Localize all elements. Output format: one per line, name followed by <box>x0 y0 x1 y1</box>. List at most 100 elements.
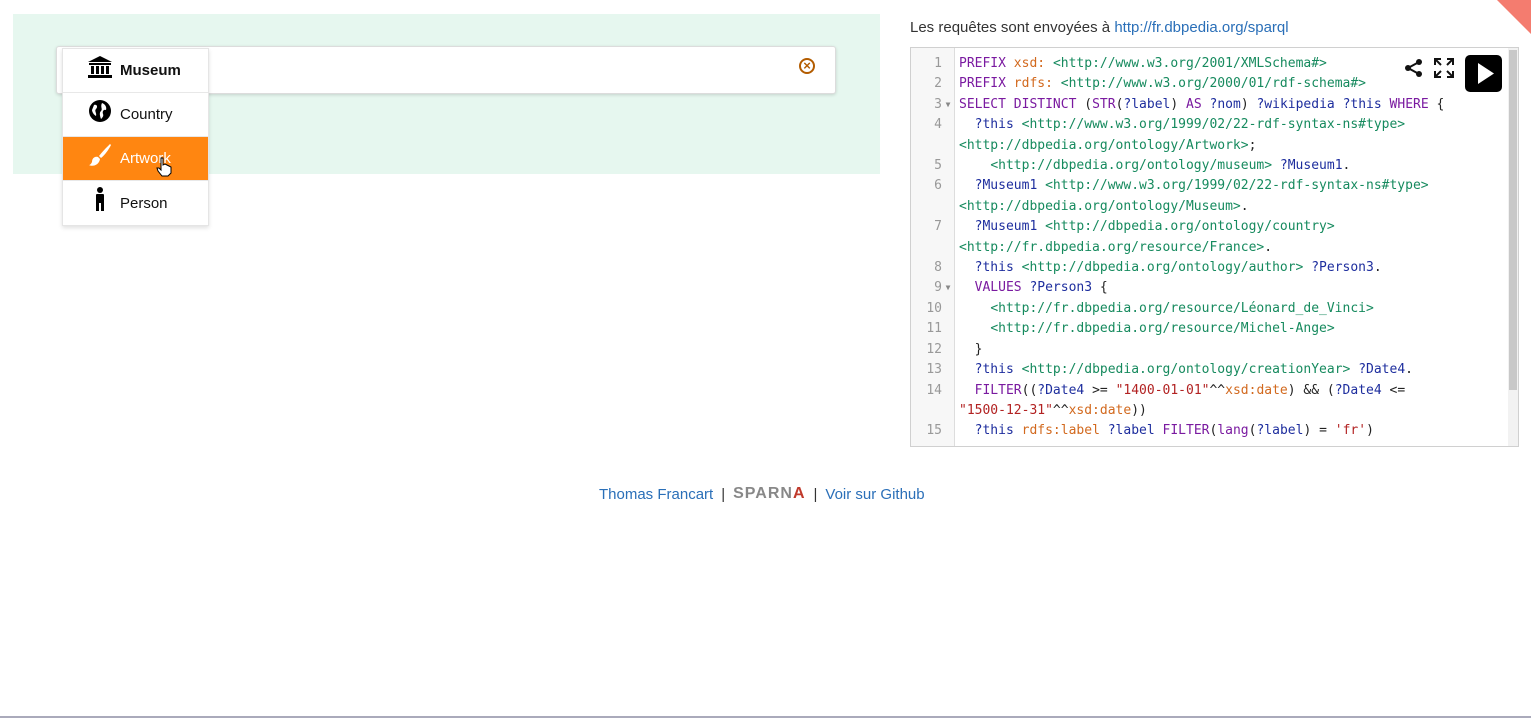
code-text[interactable]: <http://dbpedia.org/ontology/museum> ?Mu… <box>954 156 1350 176</box>
code-text[interactable]: <http://fr.dbpedia.org/resource/Michel-A… <box>954 319 1334 339</box>
code-line[interactable]: 5 <http://dbpedia.org/ontology/museum> ?… <box>911 156 1511 176</box>
menu-item-person[interactable]: Person <box>63 181 208 225</box>
code-line[interactable]: <http://fr.dbpedia.org/resource/France>. <box>911 238 1511 258</box>
code-line[interactable]: 6 ?Museum1 <http://www.w3.org/1999/02/22… <box>911 176 1511 196</box>
line-number: 15 <box>926 423 942 439</box>
code-line[interactable]: 3 ▼ SELECT DISTINCT (STR(?label) AS ?nom) … <box>911 95 1511 115</box>
line-number: 1 <box>934 56 942 71</box>
footer: Thomas Francart | SPARNA | Voir sur Gith… <box>599 485 925 503</box>
editor-scrollbar[interactable] <box>1508 48 1518 446</box>
code-line[interactable]: 9 ▼ VALUES ?Person3 { <box>911 278 1511 298</box>
fullscreen-icon[interactable] <box>1433 57 1455 79</box>
code-line[interactable]: 14 FILTER((?Date4 >= "1400-01-01"^^xsd:d… <box>911 381 1511 401</box>
hand-cursor-icon <box>156 157 172 177</box>
code-line[interactable]: "1500-12-31"^^xsd:date)) <box>911 401 1511 421</box>
globe-icon <box>88 99 112 123</box>
code-line[interactable]: 7 ?Museum1 <http://dbpedia.org/ontology/… <box>911 217 1511 237</box>
scroll-thumb[interactable] <box>1509 50 1517 390</box>
code-text[interactable]: <http://dbpedia.org/ontology/Museum>. <box>954 197 1249 217</box>
line-number: 3 <box>934 96 942 112</box>
github-link[interactable]: Voir sur Github <box>825 486 924 503</box>
line-number: 11 <box>926 321 942 337</box>
code-text[interactable]: <http://fr.dbpedia.org/resource/France>. <box>954 238 1272 258</box>
menu-item-museum[interactable]: Museum <box>63 49 208 93</box>
code-line[interactable]: 13 ?this <http://dbpedia.org/ontology/cr… <box>911 360 1511 380</box>
menu-item-artwork[interactable]: Artwork <box>63 137 208 181</box>
line-number <box>911 401 942 421</box>
code-text[interactable]: ?Museum1 <http://www.w3.org/1999/02/22-r… <box>954 176 1429 196</box>
line-number: 9 <box>934 280 942 296</box>
museum-icon <box>88 55 112 79</box>
person-icon <box>88 187 112 211</box>
code-text[interactable]: ?this <http://www.w3.org/1999/02/22-rdf-… <box>954 115 1405 135</box>
menu-item-country[interactable]: Country <box>63 93 208 137</box>
menu-item-label: Person <box>120 194 168 212</box>
code-text[interactable]: FILTER((?Date4 >= "1400-01-01"^^xsd:date… <box>954 381 1406 401</box>
sparna-logo[interactable]: SPARNA <box>733 485 805 503</box>
type-dropdown-menu[interactable]: Museum Country Artwork Person <box>62 48 209 226</box>
code-text[interactable]: VALUES ?Person3 { <box>954 278 1108 298</box>
code-line[interactable]: 15 ?this rdfs:label ?label FILTER(lang(?… <box>911 421 1511 441</box>
line-number: 5 <box>934 158 942 174</box>
code-text[interactable]: PREFIX rdfs: <http://www.w3.org/2000/01/… <box>954 74 1366 94</box>
paintbrush-icon <box>88 143 112 167</box>
line-number: 12 <box>926 341 942 357</box>
code-text[interactable]: ?this rdfs:label ?label FILTER(lang(?lab… <box>954 421 1374 441</box>
line-number: 4 <box>934 117 942 133</box>
code-text[interactable]: <http://fr.dbpedia.org/resource/Léonard_… <box>954 299 1374 319</box>
code-text[interactable]: ?this <http://dbpedia.org/ontology/autho… <box>954 258 1382 278</box>
menu-item-label: Museum <box>120 62 181 79</box>
line-number: 2 <box>934 76 942 92</box>
code-text[interactable]: ?this <http://dbpedia.org/ontology/creat… <box>954 360 1413 380</box>
code-line[interactable]: 12 } <box>911 340 1511 360</box>
code-line[interactable]: 11 <http://fr.dbpedia.org/resource/Miche… <box>911 319 1511 339</box>
code-text[interactable]: SELECT DISTINCT (STR(?label) AS ?nom) ?w… <box>954 95 1444 115</box>
code-text[interactable]: } <box>954 340 983 360</box>
endpoint-info: Les requêtes sont envoyées à http://fr.d… <box>910 19 1289 36</box>
sparql-editor[interactable]: 1 PREFIX xsd: <http://www.w3.org/2001/XML… <box>910 47 1519 447</box>
line-number: 14 <box>926 382 942 398</box>
code-line[interactable]: 10 <http://fr.dbpedia.org/resource/Léona… <box>911 299 1511 319</box>
code-text[interactable]: ?Museum1 <http://dbpedia.org/ontology/co… <box>954 217 1335 237</box>
code-area[interactable]: 1 PREFIX xsd: <http://www.w3.org/2001/XML… <box>911 54 1511 442</box>
code-line[interactable]: <http://dbpedia.org/ontology/Artwork>; <box>911 136 1511 156</box>
line-number: 7 <box>934 219 942 235</box>
clear-icon[interactable]: × <box>799 58 815 74</box>
line-number: 10 <box>926 300 942 316</box>
code-text[interactable]: "1500-12-31"^^xsd:date)) <box>954 401 1147 421</box>
corner-ribbon[interactable] <box>1497 0 1531 34</box>
endpoint-link[interactable]: http://fr.dbpedia.org/sparql <box>1114 19 1288 36</box>
fold-arrow-icon[interactable]: ▼ <box>942 95 954 115</box>
run-query-button[interactable] <box>1465 55 1502 92</box>
line-number <box>911 238 942 258</box>
line-number: 13 <box>926 362 942 378</box>
play-icon <box>1478 63 1494 84</box>
code-line[interactable]: 8 ?this <http://dbpedia.org/ontology/aut… <box>911 258 1511 278</box>
author-link[interactable]: Thomas Francart <box>599 486 713 503</box>
footer-separator: | <box>813 485 818 503</box>
line-number: 6 <box>934 178 942 194</box>
menu-item-label: Country <box>120 106 173 123</box>
endpoint-label: Les requêtes sont envoyées à <box>910 19 1111 36</box>
code-text[interactable]: PREFIX xsd: <http://www.w3.org/2001/XMLS… <box>954 54 1327 74</box>
fold-arrow-icon[interactable]: ▼ <box>942 278 954 298</box>
code-text[interactable]: <http://dbpedia.org/ontology/Artwork>; <box>954 136 1256 156</box>
line-number <box>911 136 942 156</box>
code-line[interactable]: <http://dbpedia.org/ontology/Museum>. <box>911 197 1511 217</box>
code-line[interactable]: 4 ?this <http://www.w3.org/1999/02/22-rd… <box>911 115 1511 135</box>
share-icon[interactable] <box>1404 58 1424 78</box>
